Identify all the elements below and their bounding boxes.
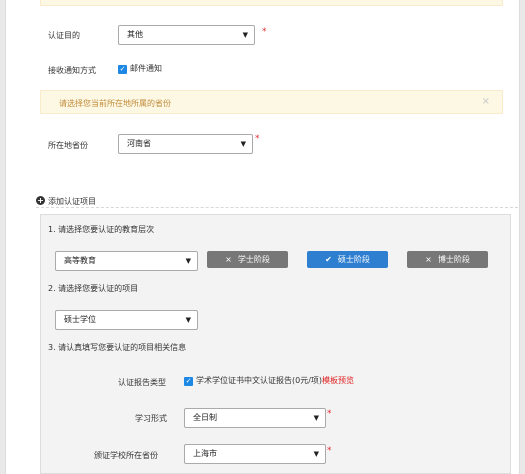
chevron-down-icon: ▼ xyxy=(185,257,191,265)
step2-label: 2. 请选择您要认证的项目 xyxy=(48,284,139,293)
close-icon: × xyxy=(425,255,432,264)
left-border xyxy=(0,0,6,474)
cert-item-value: 硕士学位 xyxy=(64,315,96,324)
stage-master-label: 硕士阶段 xyxy=(337,255,370,264)
report-type-checkbox[interactable]: ✓ xyxy=(184,377,193,386)
province-select[interactable]: 河南省 ▼ xyxy=(118,134,253,154)
school-province-select[interactable]: 上海市 ▼ xyxy=(184,444,326,464)
purpose-select-value: 其他 xyxy=(127,30,143,39)
stage-bachelor-label: 学士阶段 xyxy=(237,255,270,264)
province-label: 所在地省份 xyxy=(48,141,88,150)
school-province-value: 上海市 xyxy=(193,449,217,458)
step3-label: 3. 请认真填写您要认证的项目相关信息 xyxy=(48,343,187,352)
close-icon: × xyxy=(225,255,232,264)
chevron-down-icon: ▼ xyxy=(313,414,319,422)
close-icon[interactable]: × xyxy=(482,96,490,107)
stage-doctor-button[interactable]: × 博士阶段 xyxy=(407,251,488,268)
required-mark: * xyxy=(327,409,332,419)
report-type-option: 学术学位证书中文认证报告(0元/项)模板预览 xyxy=(196,375,354,386)
report-type-option-text: 学术学位证书中文认证报告(0元/项) xyxy=(196,376,323,385)
purpose-select[interactable]: 其他 ▼ xyxy=(118,25,255,45)
edu-level-select[interactable]: 高等教育 ▼ xyxy=(55,251,198,271)
template-preview-link[interactable]: 模板预览 xyxy=(322,376,354,385)
edu-level-value: 高等教育 xyxy=(64,256,96,265)
province-select-value: 河南省 xyxy=(127,139,151,148)
plus-circle-icon: + xyxy=(36,196,45,205)
stage-master-button[interactable]: ✔ 硕士阶段 xyxy=(307,251,388,268)
stage-doctor-label: 博士阶段 xyxy=(437,255,470,264)
report-type-label: 认证报告类型 xyxy=(118,378,166,387)
study-form-label: 学习形式 xyxy=(135,414,167,423)
required-mark: * xyxy=(255,134,260,144)
top-alert-remnant xyxy=(40,0,503,6)
stage-bachelor-button[interactable]: × 学士阶段 xyxy=(207,251,288,268)
check-icon: ✔ xyxy=(325,255,332,264)
study-form-select[interactable]: 全日制 ▼ xyxy=(184,408,326,428)
cert-item-select[interactable]: 硕士学位 ▼ xyxy=(55,310,198,330)
province-alert-text: 请选择您当前所在地所属的省份 xyxy=(59,99,171,108)
notify-label: 接收通知方式 xyxy=(48,66,96,75)
purpose-label: 认证目的 xyxy=(48,31,80,40)
required-mark: * xyxy=(327,446,332,456)
add-item-header[interactable]: + 添加认证项目 xyxy=(36,196,518,208)
school-province-label: 颁证学校所在省份 xyxy=(94,451,158,460)
add-item-label: 添加认证项目 xyxy=(48,197,96,206)
required-mark: * xyxy=(262,27,267,37)
chevron-down-icon: ▼ xyxy=(240,140,246,148)
chevron-down-icon: ▼ xyxy=(313,450,319,458)
chevron-down-icon: ▼ xyxy=(185,316,191,324)
notify-email-checkbox[interactable]: ✓ xyxy=(118,65,127,74)
right-border xyxy=(519,0,525,474)
step1-label: 1. 请选择您要认证的教育层次 xyxy=(48,225,155,234)
notify-email-option: 邮件通知 xyxy=(130,64,162,73)
study-form-value: 全日制 xyxy=(193,413,217,422)
chevron-down-icon: ▼ xyxy=(242,31,248,39)
province-alert: 请选择您当前所在地所属的省份 × xyxy=(40,90,503,114)
